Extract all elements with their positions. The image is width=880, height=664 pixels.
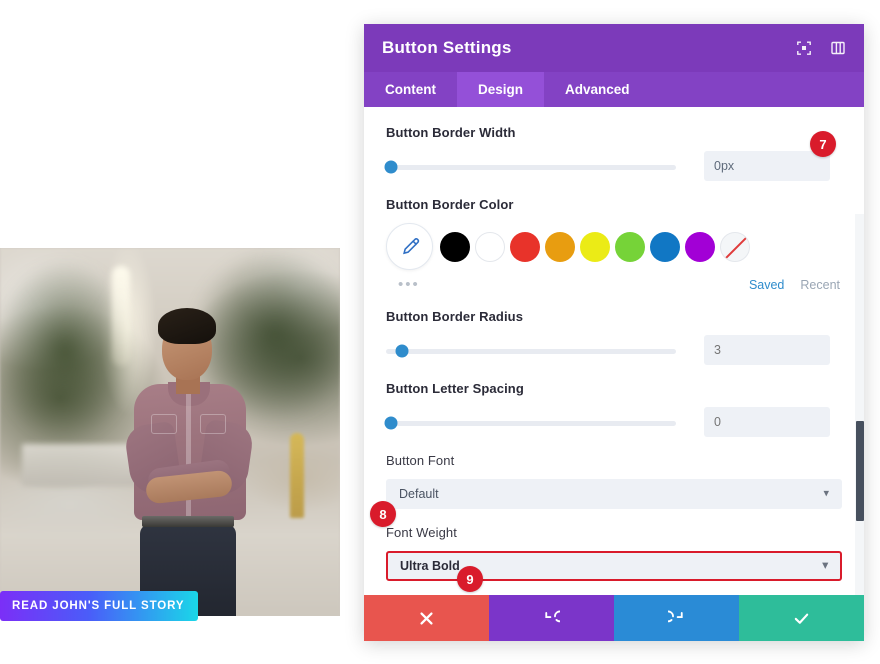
step-badge-7: 7: [810, 131, 836, 157]
label-button-border-radius: Button Border Radius: [386, 309, 524, 324]
eyedropper-icon[interactable]: [386, 223, 433, 270]
swatch-orange[interactable]: [545, 231, 575, 262]
cancel-button[interactable]: [364, 595, 489, 641]
page-preview: [0, 248, 340, 616]
font-weight-value: Ultra Bold: [400, 559, 460, 573]
swatch-red[interactable]: [510, 231, 540, 262]
field-button-font: Button Font Default ▾: [386, 453, 842, 509]
swatch-purple[interactable]: [685, 231, 715, 262]
field-font-weight: Font Weight Ultra Bold ▾: [386, 525, 842, 581]
font-weight-select[interactable]: Ultra Bold ▾: [386, 551, 842, 581]
label-font-weight: Font Weight: [386, 525, 457, 540]
field-button-border-color: Button Border Color ••• Saved Recent: [386, 197, 842, 293]
border-width-input[interactable]: [704, 151, 830, 181]
label-button-font: Button Font: [386, 453, 455, 468]
recent-colors-link[interactable]: Recent: [800, 278, 840, 292]
saved-colors-link[interactable]: Saved: [749, 278, 784, 292]
border-radius-input[interactable]: [704, 335, 830, 365]
screen: READ JOHN'S FULL STORY Button Settings C…: [0, 0, 880, 664]
checkmark-icon: [794, 613, 809, 624]
button-font-select[interactable]: Default ▾: [386, 479, 842, 509]
close-icon: [420, 611, 433, 625]
color-meta-row: ••• Saved Recent: [386, 276, 842, 293]
button-settings-modal: Button Settings Content Design Advanced …: [364, 24, 864, 641]
step-badge-9: 9: [457, 566, 483, 592]
chevron-updown-icon: ▾: [823, 487, 829, 500]
undo-button[interactable]: [489, 595, 614, 641]
color-swatch-row: [386, 223, 842, 270]
undo-icon: [545, 610, 560, 622]
scrollbar-thumb[interactable]: [856, 421, 864, 521]
redo-icon: [668, 610, 683, 622]
slider-handle[interactable]: [395, 344, 409, 358]
slider-handle[interactable]: [384, 160, 398, 174]
button-font-value: Default: [399, 487, 439, 501]
letter-spacing-input[interactable]: [704, 407, 830, 437]
swatch-white[interactable]: [475, 231, 505, 262]
letter-spacing-control: [384, 407, 842, 437]
tab-advanced[interactable]: Advanced: [544, 72, 651, 107]
border-width-control: [384, 151, 842, 181]
photo-person: [118, 296, 258, 616]
settings-body: Button Border Width Button Border Color: [364, 107, 864, 595]
page-title: Button Settings: [382, 38, 512, 57]
save-button[interactable]: [739, 595, 864, 641]
label-button-letter-spacing: Button Letter Spacing: [386, 381, 524, 396]
slider-handle[interactable]: [384, 416, 398, 430]
tab-content[interactable]: Content: [364, 72, 457, 107]
step-badge-8: 8: [370, 501, 396, 527]
modal-header: Button Settings: [364, 24, 864, 72]
header-icon-group: [796, 40, 846, 56]
modal-footer: [364, 595, 864, 641]
swatch-transparent[interactable]: [720, 231, 750, 262]
field-button-letter-spacing: Button Letter Spacing: [384, 381, 842, 437]
swatch-yellow[interactable]: [580, 231, 610, 262]
palette-tabs: Saved Recent: [749, 278, 840, 292]
field-button-border-width: Button Border Width: [384, 125, 842, 181]
label-button-border-width: Button Border Width: [386, 125, 516, 140]
field-button-border-radius: Button Border Radius: [386, 309, 842, 365]
letter-spacing-slider[interactable]: [384, 416, 676, 430]
focus-icon[interactable]: [796, 40, 812, 56]
chevron-updown-icon: ▾: [822, 559, 828, 572]
more-colors-icon[interactable]: •••: [386, 276, 420, 293]
border-radius-slider[interactable]: [386, 344, 676, 358]
swatch-blue[interactable]: [650, 231, 680, 262]
tab-design[interactable]: Design: [457, 72, 545, 107]
border-radius-control: [386, 335, 842, 365]
read-full-story-button[interactable]: READ JOHN'S FULL STORY: [0, 591, 199, 621]
photo-bollard: [290, 433, 304, 518]
swatch-black[interactable]: [440, 231, 470, 262]
redo-button[interactable]: [614, 595, 739, 641]
tab-bar: Content Design Advanced: [364, 72, 864, 107]
label-button-border-color: Button Border Color: [386, 197, 514, 212]
scrollbar-track[interactable]: [855, 214, 864, 595]
layout-panel-icon[interactable]: [830, 40, 846, 56]
border-width-slider[interactable]: [384, 160, 676, 174]
swatch-green[interactable]: [615, 231, 645, 262]
